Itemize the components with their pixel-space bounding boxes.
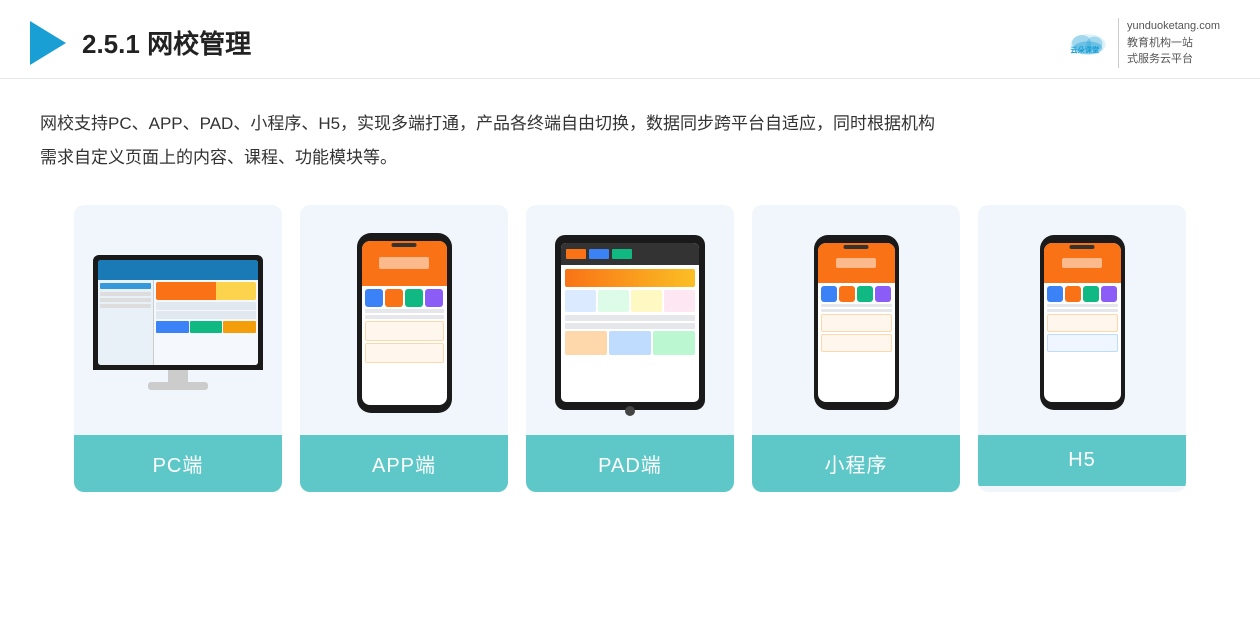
phone-notch-mini: [844, 245, 869, 249]
tablet-body: [555, 235, 705, 410]
section-number: 2.5.1: [82, 29, 140, 59]
header-right: 云朵课堂 yunduoketang.com 教育机构一站 式服务云平台: [1064, 18, 1220, 68]
cloud-icon: 云朵课堂: [1064, 27, 1112, 59]
tablet-home-button: [625, 406, 635, 416]
monitor-base: [148, 382, 208, 390]
card-pc: PC端: [74, 205, 282, 492]
card-miniprogram: 小程序: [752, 205, 960, 492]
small-phone-body-h5: [1040, 235, 1125, 410]
page-header: 2.5.1 网校管理 云朵课堂 yunduoketang.com 教育机构一站 …: [0, 0, 1260, 79]
card-h5-image: [978, 205, 1186, 435]
svg-text:云朵课堂: 云朵课堂: [1070, 45, 1099, 54]
card-pad: PAD端: [526, 205, 734, 492]
brand-logo: 云朵课堂 yunduoketang.com 教育机构一站 式服务云平台: [1064, 18, 1220, 68]
phone-device-h5: [1040, 235, 1125, 410]
phone-body-app: [357, 233, 452, 413]
small-phone-screen-h5: [1044, 243, 1121, 402]
phone-screen-app: [362, 241, 447, 405]
pc-monitor: [93, 255, 263, 390]
card-pad-label: PAD端: [526, 435, 734, 492]
card-h5-label: H5: [978, 435, 1186, 486]
logo-triangle-icon: [30, 21, 66, 65]
small-phone-screen-mini: [818, 243, 895, 402]
card-pc-image: [74, 205, 282, 435]
monitor-body: [93, 255, 263, 370]
cards-container: PC端: [0, 185, 1260, 512]
description-line1: 网校支持PC、APP、PAD、小程序、H5，实现多端打通，产品各终端自由切换，数…: [40, 107, 1220, 141]
title-text: 网校管理: [147, 29, 251, 59]
card-miniprogram-label: 小程序: [752, 435, 960, 492]
brand-line1: 教育机构一站: [1127, 35, 1220, 52]
phone-notch-app: [392, 243, 417, 247]
monitor-neck: [168, 370, 188, 382]
card-pc-label: PC端: [74, 435, 282, 492]
card-app-image: [300, 205, 508, 435]
card-app-label: APP端: [300, 435, 508, 492]
small-phone-body-mini: [814, 235, 899, 410]
card-h5: H5: [978, 205, 1186, 492]
page-title: 2.5.1 网校管理: [82, 24, 251, 61]
tablet-device: [555, 235, 705, 410]
phone-notch-h5: [1070, 245, 1095, 249]
monitor-screen: [98, 260, 258, 365]
tablet-screen: [561, 243, 699, 402]
card-app: APP端: [300, 205, 508, 492]
brand-line2: 式服务云平台: [1127, 51, 1220, 68]
description-line2: 需求自定义页面上的内容、课程、功能模块等。: [40, 141, 1220, 175]
description-section: 网校支持PC、APP、PAD、小程序、H5，实现多端打通，产品各终端自由切换，数…: [0, 79, 1260, 185]
header-left: 2.5.1 网校管理: [30, 21, 251, 65]
card-pad-image: [526, 205, 734, 435]
card-miniprogram-image: [752, 205, 960, 435]
brand-url: yunduoketang.com: [1127, 18, 1220, 35]
phone-device-mini: [814, 235, 899, 410]
brand-text: yunduoketang.com 教育机构一站 式服务云平台: [1118, 18, 1220, 68]
phone-device-app: [357, 233, 452, 413]
